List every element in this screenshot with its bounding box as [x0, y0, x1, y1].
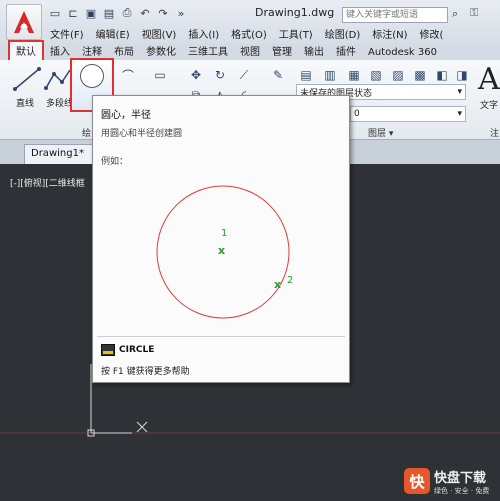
polyline-label: 多段线	[46, 99, 74, 109]
circle-icon	[80, 64, 104, 88]
save-icon[interactable]: ▣	[84, 6, 98, 20]
tab-parametric[interactable]: 参数化	[140, 42, 182, 60]
layer-dropdown[interactable]: 0 ▾	[350, 106, 466, 122]
chevron-down-icon: ▾	[457, 87, 462, 97]
circle-example-diagram: 1 x x 2	[156, 185, 293, 319]
line-icon	[13, 67, 41, 91]
command-line-icon	[101, 344, 115, 356]
layer-icon-3[interactable]: ▦	[344, 66, 364, 84]
layer-icon-8[interactable]: ◨	[452, 66, 472, 84]
center-point-number: 1	[221, 228, 227, 239]
tab-manage[interactable]: 管理	[266, 42, 298, 60]
tab-output[interactable]: 输出	[298, 42, 330, 60]
open-folder-icon[interactable]: ⊏	[66, 6, 80, 20]
more-icon[interactable]: »	[174, 6, 188, 20]
document-title: Drawing1.dwg	[255, 6, 335, 19]
menu-file[interactable]: 文件(F)	[44, 24, 90, 42]
search-icon[interactable]: ⌕	[452, 7, 466, 21]
key-icon[interactable]: ⚿	[470, 6, 484, 20]
tooltip-title: 圆心，半径	[101, 110, 151, 121]
menu-modify[interactable]: 修改(	[414, 24, 450, 42]
layer-value: 0	[354, 109, 360, 119]
circle-tooltip: 圆心，半径 用圆心和半径创建圆 例如： 1 x x 2 CIRCLE 按 F1 …	[92, 95, 350, 383]
autocad-logo-icon	[14, 11, 34, 33]
menu-edit[interactable]: 编辑(E)	[90, 24, 136, 42]
watermark-sub: 绿色 · 安全 · 免费	[434, 486, 490, 495]
menu-draw[interactable]: 绘图(D)	[319, 24, 367, 42]
rotate-icon[interactable]: ↻	[210, 66, 230, 84]
title-bar: ▭ ⊏ ▣ ▤ ⎙ ↶ ↷ » Drawing1.dwg 键入关键字或短语 ⌕ …	[0, 0, 500, 44]
redo-icon[interactable]: ↷	[156, 6, 170, 20]
menu-view[interactable]: 视图(V)	[136, 24, 183, 42]
quick-access-toolbar: ▭ ⊏ ▣ ▤ ⎙ ↶ ↷ »	[48, 6, 188, 20]
tooltip-divider	[97, 336, 345, 337]
layer-icon-5[interactable]: ▨	[388, 66, 408, 84]
polyline-icon	[44, 69, 71, 90]
layer-icon-7[interactable]: ◧	[432, 66, 452, 84]
tab-3d-tools[interactable]: 三维工具	[182, 42, 234, 60]
line-button[interactable]: 直线	[10, 64, 44, 109]
search-input[interactable]: 键入关键字或短语	[342, 7, 448, 23]
menu-tools[interactable]: 工具(T)	[273, 24, 319, 42]
rectangle-icon[interactable]: ▭	[150, 66, 170, 84]
undo-icon[interactable]: ↶	[138, 6, 152, 20]
text-label: 文字	[480, 101, 499, 111]
arc-icon[interactable]: ⌒	[118, 66, 138, 84]
watermark-brand: 快盘下载	[434, 470, 487, 486]
brush-icon[interactable]: ✎	[268, 66, 288, 84]
layer-icon-4[interactable]: ▧	[366, 66, 386, 84]
layer-properties-icon[interactable]: ▤	[296, 66, 316, 84]
save-as-icon[interactable]: ▤	[102, 6, 116, 20]
chevron-down-icon: ▾	[457, 109, 462, 119]
tooltip-help: 按 F1 键获得更多帮助	[101, 367, 190, 377]
viewport-label[interactable]: [-][俯视][二维线框	[10, 176, 85, 189]
layer-icon-2[interactable]: ▥	[320, 66, 340, 84]
trim-icon[interactable]: ⟋	[234, 66, 254, 84]
tab-default[interactable]: 默认	[8, 40, 44, 60]
layer-icon-6[interactable]: ▩	[410, 66, 430, 84]
radius-point-number: 2	[287, 275, 293, 286]
line-label: 直线	[16, 99, 35, 109]
tooltip-example-label: 例如：	[101, 157, 129, 167]
print-icon[interactable]: ⎙	[120, 6, 134, 20]
tooltip-description: 用圆心和半径创建圆	[101, 129, 183, 139]
command-name: CIRCLE	[119, 345, 155, 355]
tab-autodesk-360[interactable]: Autodesk 360	[362, 46, 443, 60]
application-menu-button[interactable]	[6, 4, 42, 40]
radius-point-marker: x	[274, 278, 281, 291]
menu-insert[interactable]: 插入(I)	[182, 24, 225, 42]
menu-dimension[interactable]: 标注(N)	[366, 24, 413, 42]
tab-view[interactable]: 视图	[234, 42, 266, 60]
site-watermark: 快 快盘下载 绿色 · 安全 · 免费	[404, 464, 496, 498]
layer-panel-label[interactable]: 图层 ▾	[368, 126, 393, 139]
file-tab-drawing1[interactable]: Drawing1*	[24, 144, 94, 164]
draw-panel-label[interactable]: 绘	[82, 126, 91, 139]
text-icon[interactable]: A	[478, 62, 500, 97]
menu-bar: 文件(F) 编辑(E) 视图(V) 插入(I) 格式(O) 工具(T) 绘图(D…	[44, 24, 449, 42]
tab-plugins[interactable]: 插件	[330, 42, 362, 60]
tooltip-command: CIRCLE	[101, 344, 154, 356]
annotation-panel-label[interactable]: 注	[490, 126, 499, 139]
new-file-icon[interactable]: ▭	[48, 6, 62, 20]
center-point-marker: x	[218, 244, 225, 257]
watermark-logo-icon: 快	[404, 468, 430, 494]
move-icon[interactable]: ✥	[186, 66, 206, 84]
menu-format[interactable]: 格式(O)	[225, 24, 273, 42]
